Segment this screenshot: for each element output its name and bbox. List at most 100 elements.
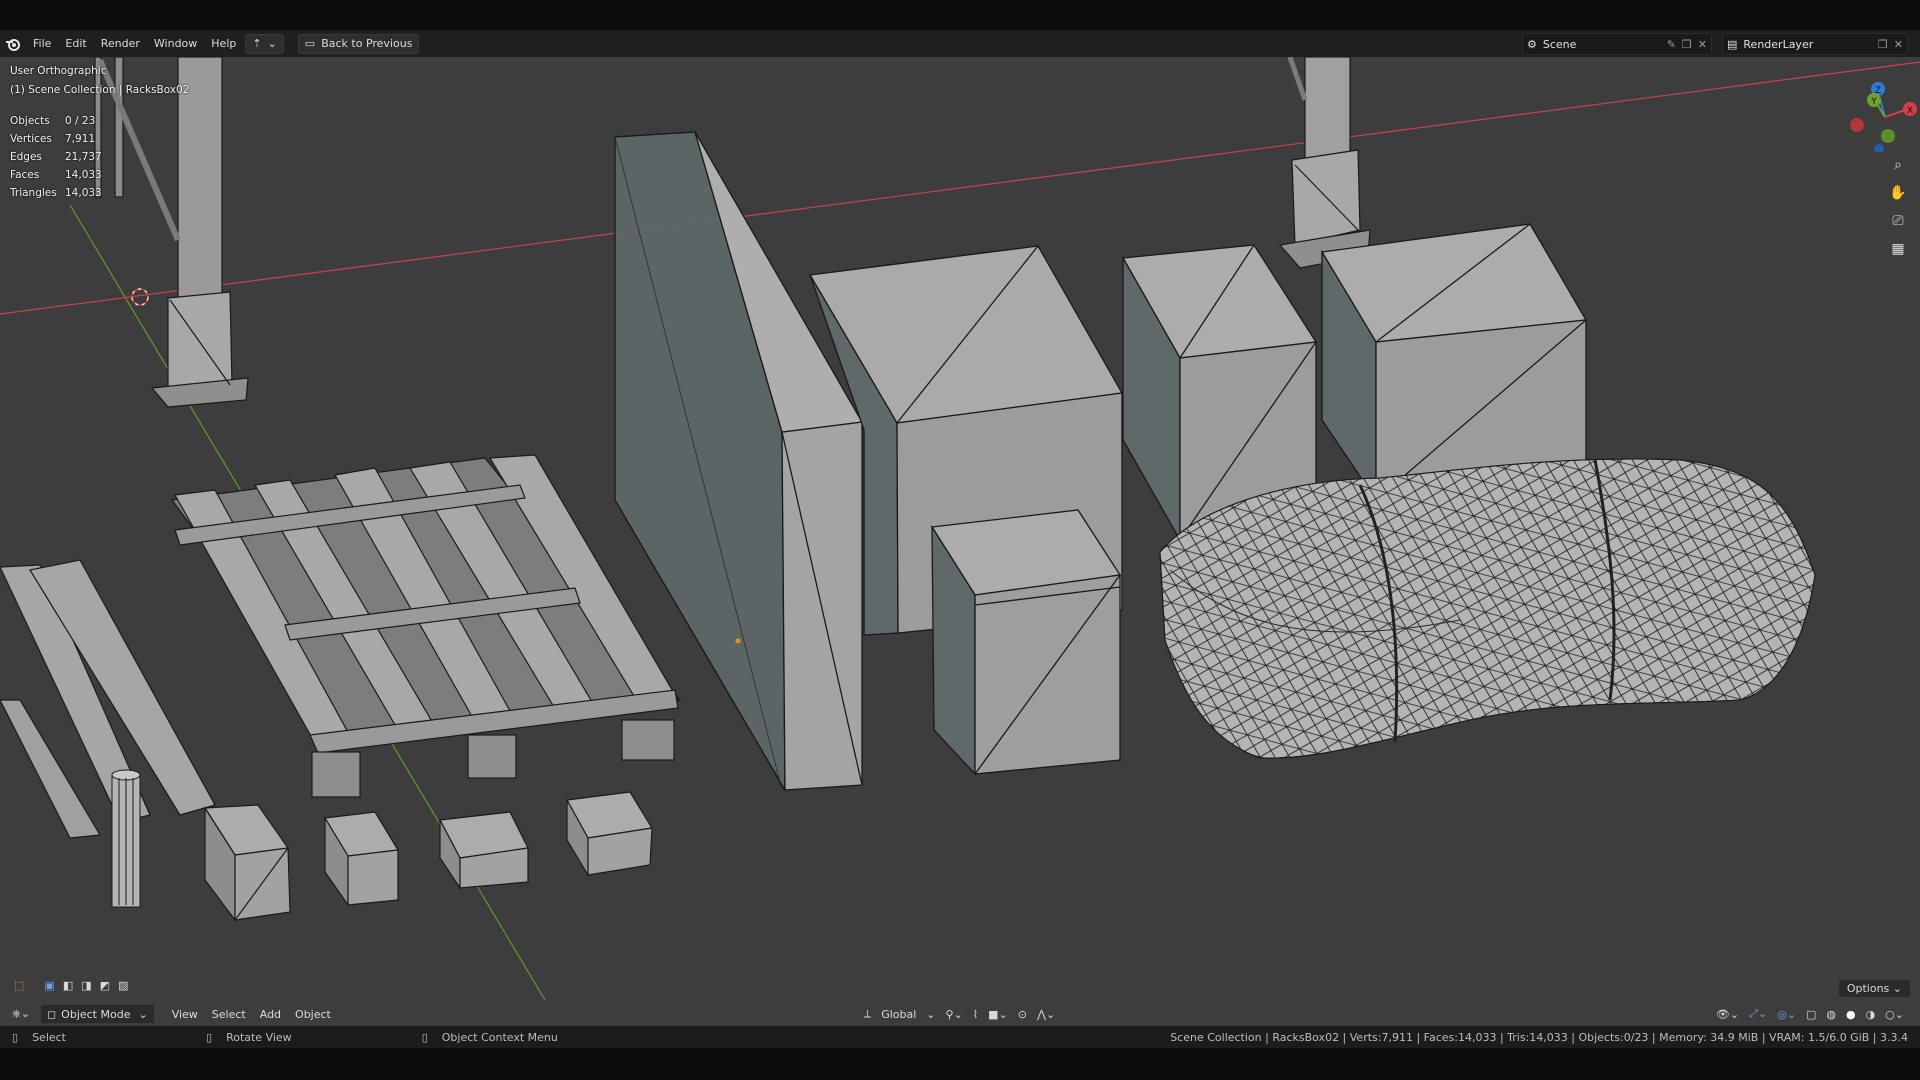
select-tool-icon[interactable]: ⬚: [14, 979, 24, 992]
status-bar: ▯ Select ▯ Rotate View ▯ Object Context …: [0, 1026, 1920, 1048]
camera-icon[interactable]: ⎚: [1886, 209, 1910, 233]
navigation-gizmo[interactable]: Z X Y: [1830, 72, 1920, 152]
pallet: [170, 454, 682, 798]
chevron-down-icon: ⌄: [926, 1007, 936, 1021]
falloff-icon[interactable]: ⋀⌄: [1037, 1008, 1055, 1021]
stat-value: 21,737: [65, 151, 102, 163]
gizmo-y-label: Y: [1870, 97, 1877, 107]
back-to-previous-button[interactable]: ▭ Back to Previous: [297, 33, 420, 54]
mode-dropdown[interactable]: ◻ Object Mode ⌄: [40, 1004, 155, 1024]
shading-controls: 👁⌄ ⤢⌄ ◎⌄ ▢ ◍ ● ◑ ○⌄: [1716, 1007, 1904, 1021]
blender-logo-icon[interactable]: [0, 37, 26, 51]
stat-label: Vertices: [10, 133, 52, 145]
gizmo-neg-x-axis: [1850, 118, 1864, 132]
object-mode-icon: ◻: [47, 1007, 57, 1021]
screen-icon: ▭: [304, 37, 316, 50]
stat-label: Faces: [10, 169, 40, 181]
proportional-edit-icon[interactable]: ⊙: [1018, 1008, 1027, 1021]
pin-icon[interactable]: ✎: [1667, 38, 1676, 51]
gizmo-toggle-icon[interactable]: ⤢⌄: [1749, 1007, 1767, 1021]
menu-render[interactable]: Render: [94, 37, 147, 50]
3d-viewport[interactable]: User Orthographic (1) Scene Collection |…: [0, 57, 1920, 1026]
new-scene-icon[interactable]: ❐: [1682, 38, 1692, 51]
select-intersect-icon[interactable]: ▨: [118, 979, 128, 992]
scene-canvas: [0, 57, 1920, 1001]
options-label: Options: [1846, 982, 1890, 995]
stat-value: 14,033: [65, 169, 102, 181]
workspace-dropdown[interactable]: ⇡ ⌄: [245, 33, 284, 54]
menu-select[interactable]: Select: [205, 1008, 253, 1021]
tool-row: ⬚ ▣ ◧ ◨ ◩ ▨: [14, 979, 128, 992]
menu-object[interactable]: Object: [288, 1008, 338, 1021]
select-invert-icon[interactable]: ◩: [100, 979, 110, 992]
cylinder: [111, 769, 141, 908]
status-context: Object Context Menu: [441, 1030, 558, 1044]
view-name: User Orthographic: [10, 65, 107, 77]
loose-planks: [0, 559, 216, 839]
overlay-toggle-icon[interactable]: ◎⌄: [1777, 1008, 1796, 1021]
close-icon[interactable]: ✕: [1894, 38, 1903, 51]
collection-info: (1) Scene Collection | RacksBox02: [10, 84, 190, 96]
mode-label: Object Mode: [61, 1007, 131, 1021]
grid-icon[interactable]: ▦: [1886, 237, 1910, 261]
visibility-icon[interactable]: 👁⌄: [1716, 1008, 1739, 1021]
status-rotate: Rotate View: [226, 1030, 292, 1044]
menu-window[interactable]: Window: [147, 37, 204, 50]
wireframe-shading-icon[interactable]: ◍: [1826, 1008, 1836, 1021]
rack-column-right: [1278, 57, 1371, 269]
3d-cursor-icon: [131, 288, 149, 306]
chevron-down-icon: ⌄: [267, 37, 277, 50]
transform-orientation-dropdown[interactable]: Global: [881, 1008, 916, 1021]
snap-target-icon[interactable]: ■⌄: [988, 1008, 1008, 1021]
menu-file[interactable]: File: [26, 37, 58, 50]
transform-orientation-icon: ⟂: [863, 1007, 872, 1020]
renderlayer-field-value: RenderLayer: [1743, 37, 1814, 51]
upload-icon: ⇡: [252, 37, 262, 50]
stat-label: Triangles: [10, 187, 57, 199]
renderlayer-selector[interactable]: ▤ RenderLayer ❐ ✕: [1722, 33, 1908, 55]
gizmo-x-label: X: [1907, 106, 1913, 116]
cloth-wrapped-object: [1159, 458, 1816, 759]
close-icon[interactable]: ✕: [1698, 38, 1707, 51]
renderlayer-icon: ▤: [1727, 37, 1738, 51]
menu-help[interactable]: Help: [204, 37, 243, 50]
stat-value: 0 / 23: [65, 115, 96, 127]
scene-selector[interactable]: ⚙ Scene ✎ ❐ ✕: [1522, 33, 1712, 55]
stat-value: 7,911: [65, 133, 96, 145]
mouse-right-icon: ▯: [421, 1030, 428, 1044]
zoom-icon[interactable]: ⌕: [1886, 153, 1910, 177]
options-dropdown[interactable]: Options ⌄: [1838, 980, 1910, 997]
pivot-icon[interactable]: ⚲⌄: [946, 1008, 963, 1021]
select-subtract-icon[interactable]: ◨: [81, 979, 91, 992]
stats-overlay: Objects 0 / 23 Vertices 7,911 Edges 21,737 …: [10, 112, 102, 202]
rack-column-left: [94, 57, 249, 408]
new-layer-icon[interactable]: ❐: [1878, 38, 1888, 51]
transform-controls: ⟂ Global ⌄ ⚲⌄ ⌇ ■⌄ ⊙ ⋀⌄: [864, 1007, 1055, 1021]
back-to-previous-label: Back to Previous: [321, 37, 413, 50]
status-info: Scene Collection | RacksBox02 | Verts:7,…: [1170, 1030, 1908, 1044]
hand-pan-icon[interactable]: ✋: [1886, 181, 1910, 205]
menu-view[interactable]: View: [165, 1008, 205, 1021]
scene-field-value: Scene: [1542, 37, 1577, 51]
box-small-front: [930, 509, 1122, 776]
box-far-right: [1320, 223, 1588, 503]
mouse-left-icon: ▯: [12, 1030, 19, 1044]
stat-label: Objects: [10, 115, 50, 127]
viewport-header: ⎈⌄ ◻ Object Mode ⌄ View Select Add Objec…: [0, 1002, 1920, 1026]
solid-shading-icon[interactable]: ●: [1846, 1008, 1856, 1021]
xray-icon[interactable]: ▢: [1806, 1008, 1816, 1021]
gizmo-neg-z-axis: [1874, 144, 1884, 152]
material-shading-icon[interactable]: ◑: [1866, 1008, 1876, 1021]
select-extend-icon[interactable]: ◧: [63, 979, 73, 992]
stat-label: Edges: [10, 151, 42, 163]
rendered-shading-icon[interactable]: ○⌄: [1885, 1008, 1904, 1021]
editor-type-icon[interactable]: ⎈⌄: [12, 1007, 30, 1021]
select-box-icon[interactable]: ▣: [44, 979, 54, 992]
menu-add[interactable]: Add: [253, 1008, 288, 1021]
chevron-down-icon: ⌄: [138, 1007, 148, 1021]
small-boxes: [203, 791, 653, 922]
status-select: Select: [32, 1030, 66, 1044]
snap-icon[interactable]: ⌇: [973, 1008, 978, 1021]
object-origin-dot: [735, 638, 741, 644]
menu-edit[interactable]: Edit: [58, 37, 93, 50]
